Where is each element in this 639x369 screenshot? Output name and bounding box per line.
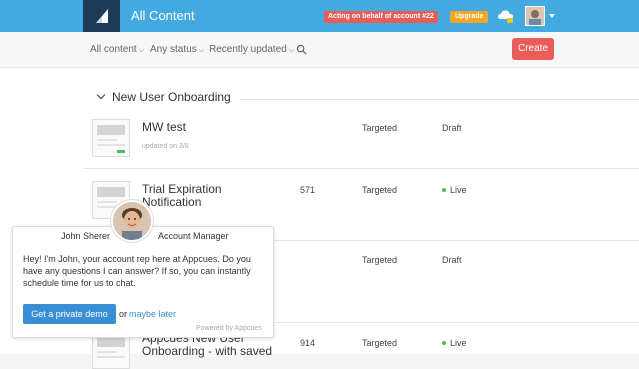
flow-targeting: Targeted (362, 255, 398, 265)
rep-avatar (111, 200, 153, 242)
search-icon[interactable] (296, 44, 307, 55)
flow-status-label: Live (450, 185, 467, 195)
chevron-down-icon: ⌵ (198, 47, 205, 54)
chat-message: Hey! I'm John, your account rep here at … (23, 254, 251, 288)
account-manager-chat-popup: John Sherer Account Manager Hey! I'm Joh… (12, 226, 274, 338)
flow-targeting: Targeted (362, 338, 398, 348)
flow-updated-text: updated on 3/8 (142, 143, 189, 150)
flow-name[interactable]: Trial Expiration Notification (142, 183, 282, 209)
flow-status-label: Live (450, 338, 467, 348)
chat-or-text: or (119, 309, 128, 319)
flow-thumbnail[interactable] (92, 119, 130, 157)
chat-rep-role: Account Manager (158, 231, 229, 241)
status-label: Any status (150, 44, 197, 55)
chevron-down-icon (96, 90, 106, 100)
acting-on-behalf-badge: Acting on behalf of account #22 (324, 11, 438, 23)
chevron-down-icon: ⌵ (138, 47, 145, 54)
live-status-dot (442, 188, 446, 192)
chat-rep-name: John Sherer (61, 231, 111, 241)
powered-by-text: Powered by Appcues (196, 325, 262, 332)
row-divider (83, 168, 639, 169)
all-content-label: All content (90, 44, 137, 55)
create-button[interactable]: Create (512, 38, 554, 60)
chevron-down-icon[interactable] (549, 14, 555, 18)
filter-bar: All content ⌵ Any status ⌵ Recently update… (0, 32, 639, 68)
maybe-later-link[interactable]: maybe later (129, 309, 176, 319)
flow-status: Live (442, 338, 467, 348)
flow-count: 914 (300, 338, 316, 348)
flow-status: Live (442, 185, 467, 195)
appcues-logo[interactable] (83, 0, 120, 32)
flow-count: 571 (300, 185, 316, 195)
flow-status: Draft (442, 255, 462, 265)
live-status-dot (442, 341, 446, 345)
logo-icon (95, 9, 108, 23)
user-avatar[interactable] (525, 6, 545, 26)
group-title: New User Onboarding (112, 90, 231, 104)
divider (240, 99, 639, 100)
status-dropdown[interactable]: Any status ⌵ (150, 44, 204, 55)
chevron-down-icon: ⌵ (288, 47, 295, 54)
flow-status: Draft (442, 123, 462, 133)
page-title: All Content (131, 8, 195, 23)
flow-targeting: Targeted (362, 185, 398, 195)
sort-dropdown[interactable]: Recently updated ⌵ (209, 44, 294, 55)
top-navbar: All Content Acting on behalf of account … (0, 0, 639, 32)
cloud-notification-icon[interactable] (497, 7, 515, 25)
get-private-demo-button[interactable]: Get a private demo (23, 304, 116, 324)
flow-targeting: Targeted (362, 123, 398, 133)
group-header[interactable]: New User Onboarding (96, 90, 231, 104)
upgrade-button[interactable]: Upgrade (450, 11, 489, 23)
all-content-dropdown[interactable]: All content ⌵ (90, 44, 144, 55)
flow-name[interactable]: MW test (142, 121, 186, 134)
sort-label: Recently updated (209, 44, 287, 55)
